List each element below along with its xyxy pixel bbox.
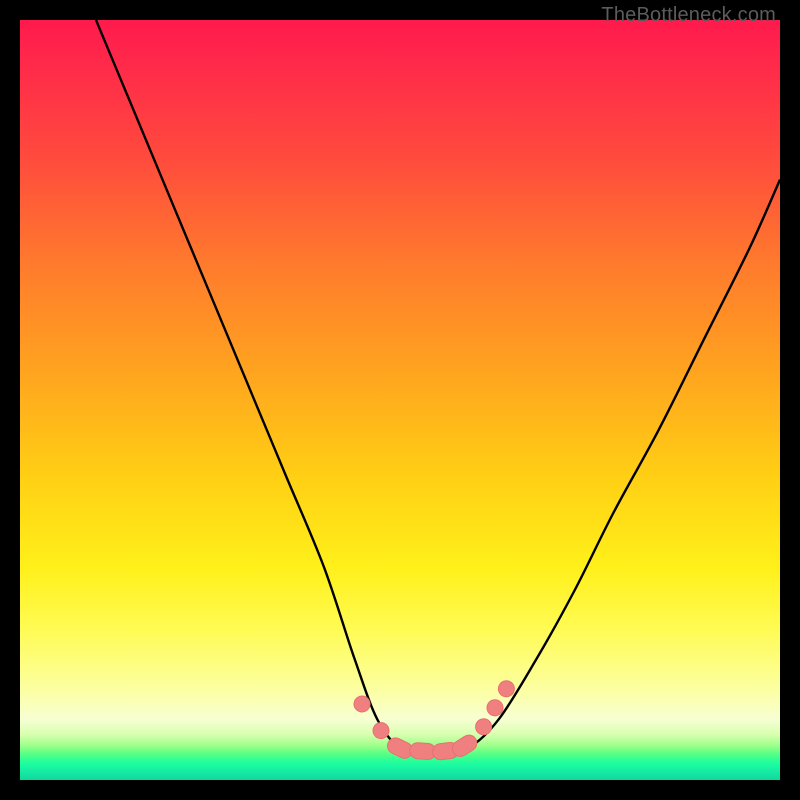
- marker-group: [351, 678, 518, 761]
- watermark-text: TheBottleneck.com: [601, 4, 776, 27]
- curve-marker: [472, 716, 494, 738]
- curve-marker: [351, 693, 373, 715]
- plot-area: [20, 20, 780, 780]
- curve-layer: [20, 20, 780, 780]
- chart-frame: TheBottleneck.com: [0, 0, 800, 800]
- bottleneck-curve: [96, 20, 780, 751]
